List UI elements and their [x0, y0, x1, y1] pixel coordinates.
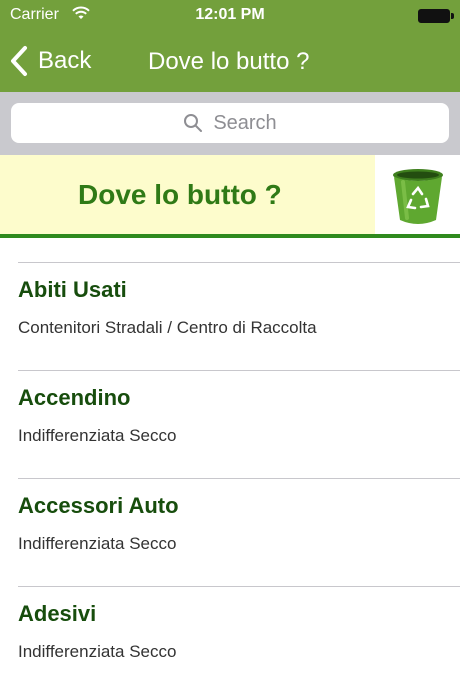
search-input[interactable]: Search — [11, 103, 449, 143]
list-item[interactable]: Accessori Auto Indifferenziata Secco — [0, 479, 460, 586]
clock: 12:01 PM — [195, 6, 265, 23]
search-bar: Search — [0, 92, 460, 155]
back-button[interactable]: Back — [8, 44, 91, 78]
item-subtitle: Indifferenziata Secco — [18, 534, 177, 553]
header-banner: Dove lo butto ? — [0, 155, 460, 235]
recycle-bin-icon — [393, 169, 443, 224]
item-subtitle: Contenitori Stradali / Centro di Raccolt… — [18, 318, 317, 337]
list-item[interactable]: Abiti Usati Contenitori Stradali / Centr… — [0, 263, 460, 370]
navigation-bar: Back Dove lo butto ? — [0, 36, 460, 86]
item-subtitle: Indifferenziata Secco — [18, 642, 177, 661]
item-subtitle: Indifferenziata Secco — [18, 426, 177, 445]
banner-title: Dove lo butto ? — [78, 179, 282, 210]
chevron-left-icon — [11, 46, 27, 76]
search-placeholder: Search — [213, 111, 277, 134]
status-bar: Carrier 12:01 PM — [0, 0, 460, 30]
item-title: Adesivi — [18, 601, 97, 626]
item-title: Accendino — [18, 385, 131, 410]
item-title: Accessori Auto — [18, 493, 179, 518]
list-item[interactable]: Adesivi Indifferenziata Secco — [0, 587, 460, 694]
top-bar: Carrier 12:01 PM Back Dove lo butto ? — [0, 0, 460, 92]
back-label: Back — [38, 47, 92, 74]
battery-icon — [418, 9, 454, 23]
item-title: Abiti Usati — [18, 277, 127, 302]
search-icon — [184, 114, 203, 132]
items-list: Abiti Usati Contenitori Stradali / Centr… — [0, 238, 460, 694]
nav-title: Dove lo butto ? — [148, 48, 310, 75]
list-item[interactable]: Accendino Indifferenziata Secco — [0, 371, 460, 478]
banner-icon-cell — [375, 155, 460, 235]
